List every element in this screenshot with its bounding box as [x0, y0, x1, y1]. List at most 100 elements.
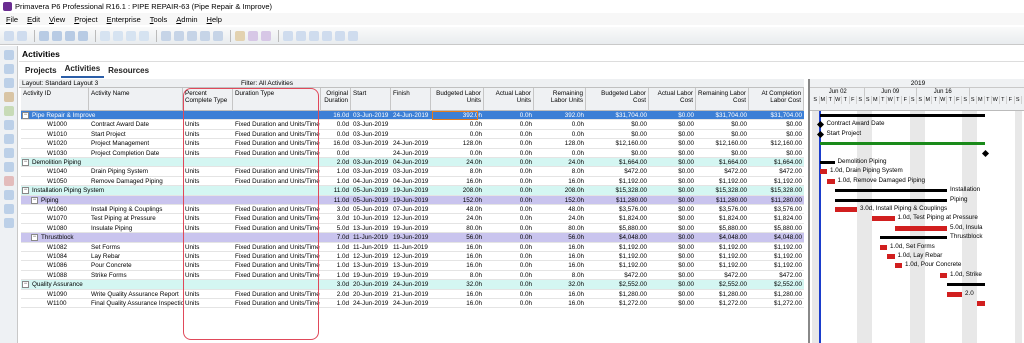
layout-icon[interactable]: [78, 30, 88, 41]
column-header-od[interactable]: Original Duration: [321, 88, 351, 111]
print-icon[interactable]: [4, 30, 14, 41]
schedule-icon[interactable]: [100, 30, 110, 41]
wbs-row[interactable]: − Thrustblock 7.0d 11-Jun-2019 19-Jun-2019 56…: [21, 233, 804, 243]
column-header-aclc[interactable]: At Completion Labor Cost: [749, 88, 804, 111]
zoom-out-icon[interactable]: [296, 30, 306, 41]
summary-bar[interactable]: [819, 114, 985, 117]
summary-bar[interactable]: [879, 236, 947, 240]
menu-view[interactable]: View: [49, 15, 65, 24]
projects-nav-icon[interactable]: [3, 50, 14, 60]
activity-row[interactable]: W1090 Write Quality Assurance Report Units…: [21, 289, 804, 299]
activity-row[interactable]: W1060 Install Piping & Couplings Units Fixe…: [21, 205, 804, 215]
portfolio-nav-icon[interactable]: [3, 204, 14, 214]
activity-bar[interactable]: [819, 142, 985, 146]
activity-row[interactable]: W1050 Remove Damaged Piping Units Fixed Dur…: [21, 176, 804, 187]
activity-row[interactable]: W1080 Insulate Piping Units Fixed Duration …: [21, 223, 804, 234]
filter-funnel-icon[interactable]: [200, 30, 210, 41]
activity-bar[interactable]: [834, 207, 857, 212]
activity-row[interactable]: W1086 Pour Concrete Units Fixed Duration an…: [21, 261, 804, 271]
wbs-row[interactable]: − Installation Piping System 11.0d 05-Jun-2…: [21, 186, 804, 196]
columns-icon[interactable]: [39, 30, 49, 41]
timescale-icon[interactable]: [335, 30, 345, 41]
reports-nav-icon[interactable]: [3, 92, 14, 102]
expenses-nav-icon[interactable]: [3, 162, 14, 172]
wbs-row[interactable]: − Pipe Repair & Improve 16.0d 03-Jun-2019 24…: [21, 111, 804, 121]
column-header-name[interactable]: Activity Name: [89, 88, 183, 111]
collapse-toggle[interactable]: −: [31, 196, 38, 204]
column-header-finish[interactable]: Finish: [391, 88, 431, 111]
summary-bar[interactable]: [947, 283, 985, 287]
filter-icon[interactable]: [52, 30, 62, 41]
activity-row[interactable]: W1084 Lay Rebar Units Fixed Duration and Un…: [21, 252, 804, 262]
wbs-row[interactable]: − Quality Assurance 3.0d 20-Jun-2019 24-Jun-…: [21, 280, 804, 290]
layout-label[interactable]: Layout: Standard Layout 3: [22, 79, 98, 88]
tab-resources[interactable]: Resources: [104, 66, 153, 78]
resources-nav-icon[interactable]: [3, 78, 14, 88]
bars-icon[interactable]: [161, 30, 171, 41]
milestone-diamond[interactable]: [981, 149, 989, 157]
activity-row[interactable]: W1000 Contract Award Date Units Fixed Durat…: [21, 120, 804, 130]
zoom-fit-icon[interactable]: [309, 30, 319, 41]
activity-row[interactable]: W1030 Project Completion Date Units Fixed D…: [21, 148, 804, 158]
menu-help[interactable]: Help: [207, 15, 222, 24]
table-icon[interactable]: [187, 30, 197, 41]
activity-bar[interactable]: [887, 254, 895, 259]
link-icon[interactable]: [235, 30, 245, 41]
column-header-rlc[interactable]: Remaining Labor Cost: [696, 88, 749, 111]
level-icon[interactable]: [113, 30, 123, 41]
menu-file[interactable]: File: [6, 15, 18, 24]
column-header-alc[interactable]: Actual Labor Cost: [649, 88, 696, 111]
activity-row[interactable]: W1100 Final Quality Assurance Inspection U…: [21, 299, 804, 309]
activity-row[interactable]: W1040 Drain Piping System Units Fixed Durat…: [21, 167, 804, 177]
wbs-row[interactable]: − Demolition Piping 2.0d 03-Jun-2019 04-Jun-…: [21, 158, 804, 168]
documents-nav-icon[interactable]: [3, 190, 14, 200]
collapse-toggle[interactable]: −: [22, 159, 29, 166]
activities-nav-icon[interactable]: [3, 64, 14, 74]
activity-row[interactable]: W1088 Strike Forms Units Fixed Duration and…: [21, 270, 804, 281]
thresholds-nav-icon[interactable]: [3, 134, 14, 144]
collapse-toggle[interactable]: −: [22, 281, 29, 289]
column-header-dur_type[interactable]: Duration Type: [233, 88, 321, 111]
print-preview-icon[interactable]: [17, 30, 27, 41]
more-nav-icon[interactable]: [3, 218, 14, 228]
summary-bar[interactable]: [834, 198, 947, 202]
activity-row[interactable]: W1020 Project Management Units Fixed Durati…: [21, 139, 804, 149]
activity-bar[interactable]: [894, 263, 902, 269]
menu-project[interactable]: Project: [74, 15, 97, 24]
column-header-pct[interactable]: Percent Complete Type: [183, 88, 233, 111]
tracking-nav-icon[interactable]: [3, 106, 14, 116]
menu-tools[interactable]: Tools: [150, 15, 168, 24]
resources-icon[interactable]: [248, 30, 258, 41]
wbs-nav-icon[interactable]: [3, 120, 14, 130]
menu-admin[interactable]: Admin: [176, 15, 197, 24]
column-header-blc[interactable]: Budgeted Labor Cost: [586, 88, 649, 111]
filter-label[interactable]: Filter: All Activities: [241, 79, 293, 88]
risks-nav-icon[interactable]: [3, 176, 14, 186]
help-icon[interactable]: [348, 30, 358, 41]
baseline-icon[interactable]: [126, 30, 136, 41]
network-icon[interactable]: [261, 30, 271, 41]
menu-edit[interactable]: Edit: [27, 15, 40, 24]
column-header-alu[interactable]: Actual Labor Units: [484, 88, 534, 111]
calculator-icon[interactable]: [139, 30, 149, 41]
activity-bar[interactable]: [894, 225, 947, 231]
tab-activities[interactable]: Activities: [60, 64, 105, 78]
scroll-to-icon[interactable]: [322, 30, 332, 41]
activity-bar[interactable]: [939, 272, 947, 278]
summary-bar[interactable]: [834, 189, 947, 193]
selected-cell[interactable]: [432, 111, 478, 120]
activity-row[interactable]: W1082 Set Forms Units Fixed Duration and Un…: [21, 242, 804, 252]
activity-bar[interactable]: [977, 301, 985, 306]
hash-icon[interactable]: [213, 30, 223, 41]
column-header-rlu[interactable]: Remaining Labor Units: [534, 88, 586, 111]
collapse-toggle[interactable]: −: [22, 112, 29, 119]
activity-bar[interactable]: [947, 291, 962, 297]
wbs-row[interactable]: − Piping 11.0d 05-Jun-2019 19-Jun-2019 152.0h…: [21, 195, 804, 205]
collapse-toggle[interactable]: −: [31, 234, 38, 242]
activity-bar[interactable]: [819, 169, 827, 175]
tab-projects[interactable]: Projects: [21, 66, 61, 78]
collapse-toggle[interactable]: −: [22, 187, 29, 195]
column-header-start[interactable]: Start: [351, 88, 391, 111]
activity-row[interactable]: W1010 Start Project Units Fixed Duration an…: [21, 129, 804, 140]
activity-bar[interactable]: [879, 244, 887, 250]
